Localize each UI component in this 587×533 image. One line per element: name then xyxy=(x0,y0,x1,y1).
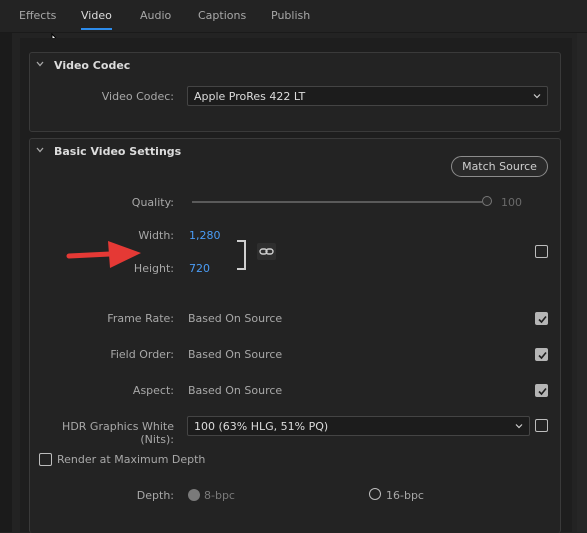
section-title: Video Codec xyxy=(54,59,131,72)
hdr-match-checkbox[interactable] xyxy=(535,419,548,432)
tab-effects[interactable]: Effects xyxy=(19,9,56,22)
quality-value: 100 xyxy=(501,196,522,209)
frame-rate-match-checkbox[interactable] xyxy=(535,312,548,325)
tab-publish[interactable]: Publish xyxy=(271,9,310,22)
override-size-checkbox[interactable] xyxy=(535,245,548,258)
field-order-value: Based On Source xyxy=(188,348,283,361)
chevron-down-icon xyxy=(533,94,541,99)
frame-rate-label: Frame Rate: xyxy=(107,312,174,325)
quality-slider-track[interactable] xyxy=(192,201,482,203)
tab-video[interactable]: Video xyxy=(81,9,112,30)
depth-8bpc-label: 8-bpc xyxy=(204,489,235,502)
video-codec-select[interactable]: Apple ProRes 422 LT xyxy=(187,86,548,106)
tab-audio[interactable]: Audio xyxy=(140,9,171,22)
tab-captions[interactable]: Captions xyxy=(198,9,246,22)
render-max-depth-label: Render at Maximum Depth xyxy=(57,453,206,466)
field-order-label: Field Order: xyxy=(110,348,174,361)
left-panel-edge xyxy=(0,32,12,532)
depth-16bpc-radio[interactable] xyxy=(369,488,381,500)
hdr-graphics-white-select[interactable]: 100 (63% HLG, 51% PQ) xyxy=(187,416,530,436)
video-codec-label: Video Codec: xyxy=(101,90,174,103)
match-source-button[interactable]: Match Source xyxy=(451,156,548,177)
hdr-graphics-white-value: 100 (63% HLG, 51% PQ) xyxy=(194,420,329,433)
aspect-label: Aspect: xyxy=(132,384,174,397)
quality-slider-handle[interactable] xyxy=(482,196,492,206)
section-title: Basic Video Settings xyxy=(54,145,182,158)
depth-label: Depth: xyxy=(136,489,174,502)
constrain-bracket xyxy=(237,240,246,270)
right-scrollbar-edge[interactable] xyxy=(577,32,587,532)
link-icon xyxy=(259,248,274,255)
depth-8bpc-radio[interactable] xyxy=(188,489,200,501)
checkmark-icon xyxy=(538,351,547,360)
chevron-down-icon[interactable] xyxy=(36,146,44,154)
red-arrow-annotation xyxy=(66,241,141,268)
video-codec-value: Apple ProRes 422 LT xyxy=(194,90,306,103)
aspect-value: Based On Source xyxy=(188,384,283,397)
width-value[interactable]: 1,280 xyxy=(189,229,221,242)
depth-16bpc-label: 16-bpc xyxy=(386,489,424,502)
quality-label: Quality: xyxy=(131,196,174,209)
link-aspect-button[interactable] xyxy=(257,243,276,260)
height-value[interactable]: 720 xyxy=(189,262,210,275)
tab-bar: Effects Video Audio Captions Publish xyxy=(0,0,587,33)
hdr-graphics-white-label: HDR Graphics White (Nits): xyxy=(62,420,174,446)
aspect-match-checkbox[interactable] xyxy=(535,384,548,397)
chevron-down-icon[interactable] xyxy=(36,60,44,68)
checkmark-icon xyxy=(538,387,547,396)
checkmark-icon xyxy=(538,315,547,324)
chevron-down-icon xyxy=(515,424,523,429)
frame-rate-value: Based On Source xyxy=(188,312,283,325)
render-max-depth-checkbox[interactable] xyxy=(39,453,52,466)
field-order-match-checkbox[interactable] xyxy=(535,348,548,361)
